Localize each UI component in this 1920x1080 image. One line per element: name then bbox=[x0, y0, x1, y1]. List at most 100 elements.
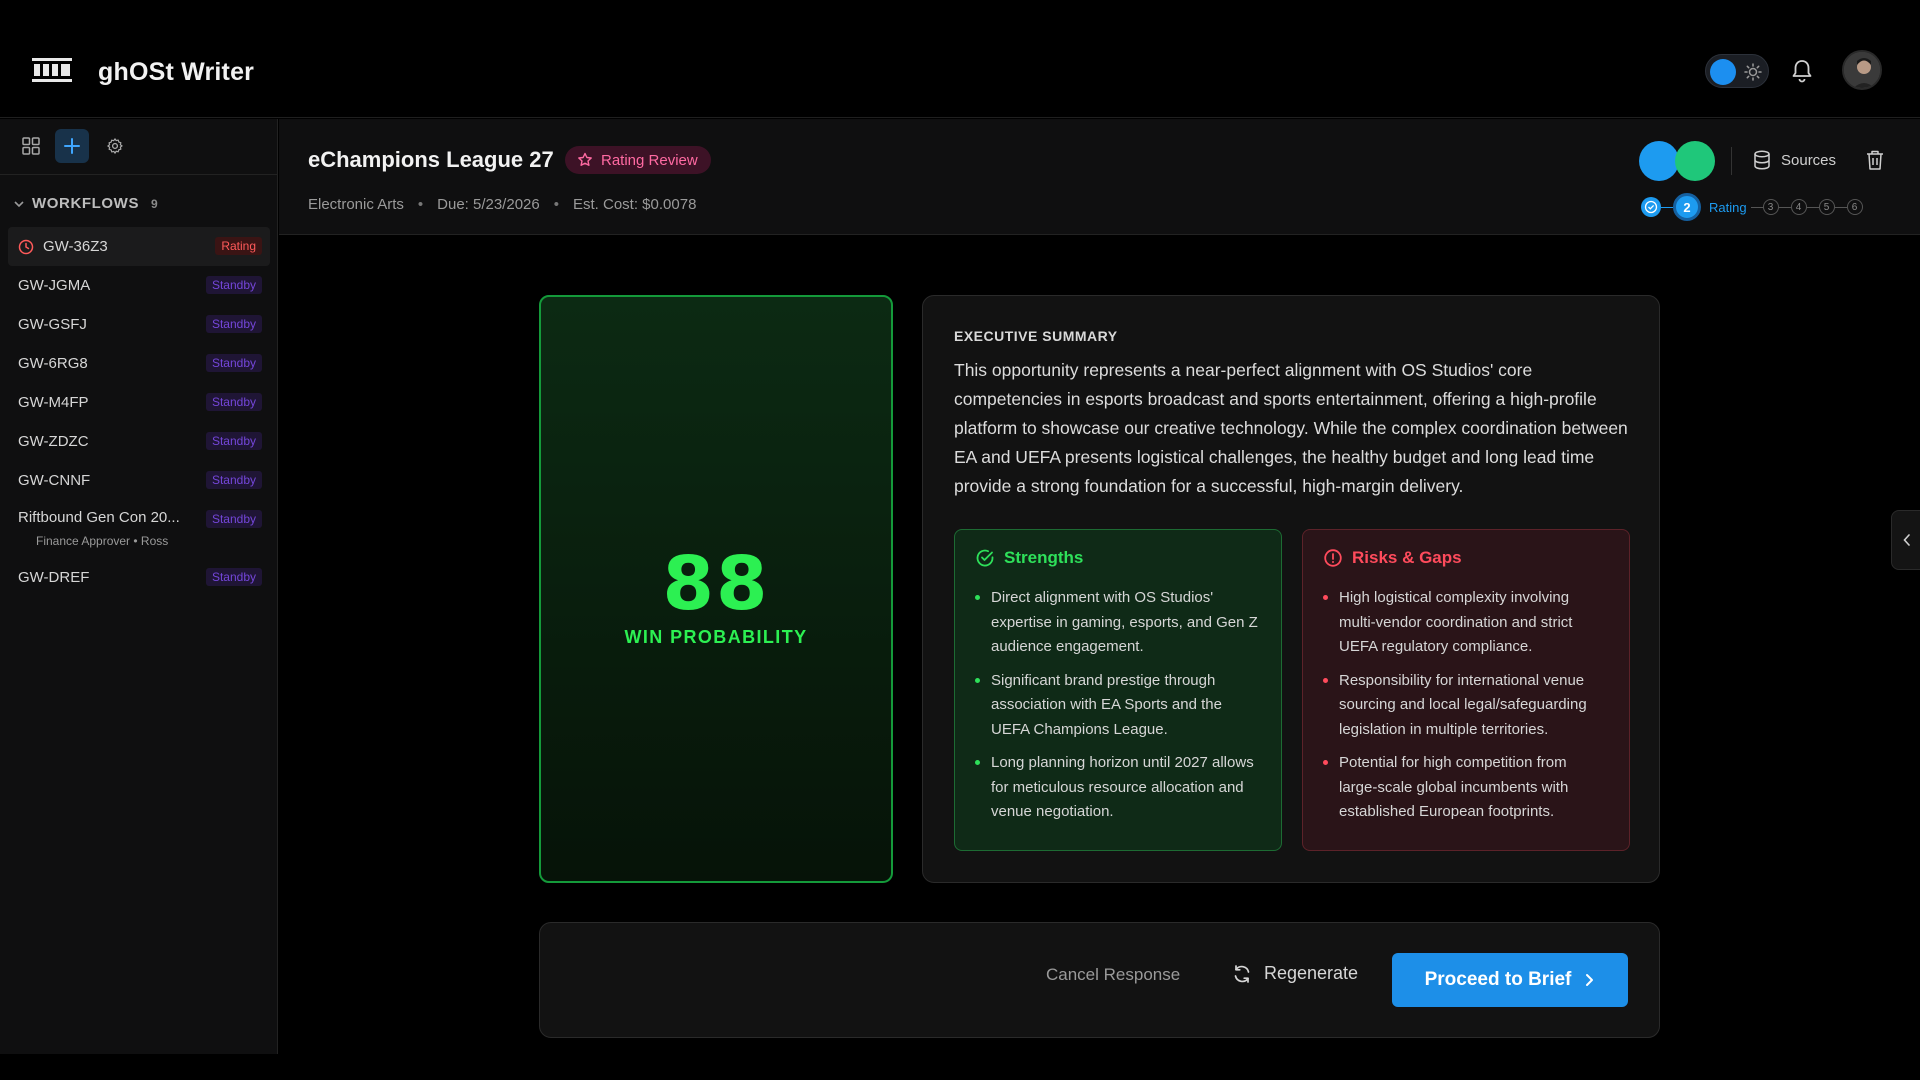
regenerate-button[interactable]: Regenerate bbox=[1232, 963, 1358, 984]
workflow-label: GW-M4FP bbox=[18, 394, 89, 411]
status-badge: Standby bbox=[205, 510, 262, 528]
strengths-title: Strengths bbox=[1004, 548, 1084, 567]
step-3[interactable]: 3 bbox=[1762, 199, 1779, 215]
refresh-icon bbox=[1234, 964, 1250, 983]
step-connector bbox=[1834, 206, 1847, 208]
status-badge: Standby bbox=[205, 471, 262, 489]
chevron-right-icon bbox=[1586, 974, 1594, 986]
trash-icon[interactable] bbox=[1865, 149, 1885, 171]
risk-item: Potential for high competition from larg… bbox=[1323, 751, 1609, 825]
step-6[interactable]: 6 bbox=[1846, 199, 1863, 215]
workflow-label: GW-6RG8 bbox=[18, 355, 88, 372]
step-current-label: Rating bbox=[1709, 199, 1747, 215]
strengths-panel: Strengths Direct alignment with OS Studi… bbox=[954, 529, 1282, 851]
check-circle-icon bbox=[1644, 200, 1658, 214]
strength-item: Long planning horizon until 2027 allows … bbox=[975, 751, 1261, 825]
meta-separator: • bbox=[417, 196, 424, 213]
workflow-item-gw-cnnf[interactable]: GW-CNNF Standby bbox=[8, 461, 270, 500]
workflow-item-gw-dref[interactable]: GW-DREF Standby bbox=[8, 558, 270, 597]
database-icon bbox=[1754, 150, 1770, 170]
status-badge: Standby bbox=[205, 568, 262, 586]
main-content: 88 WIN PROBABILITY EXECUTIVE SUMMARY Thi… bbox=[279, 236, 1920, 1054]
workflows-count: 9 bbox=[151, 196, 159, 211]
top-bar: ghOSt Writer bbox=[0, 0, 1920, 118]
clock-icon bbox=[18, 239, 34, 254]
workflow-item-riftbound[interactable]: Riftbound Gen Con 20... Finance Approver… bbox=[8, 500, 270, 558]
strengths-heading: Strengths bbox=[975, 548, 1261, 568]
workflow-item-gw-36z3[interactable]: GW-36Z3 Rating bbox=[8, 227, 270, 266]
step-1-complete[interactable] bbox=[1641, 197, 1661, 217]
step-current[interactable]: 2 bbox=[1673, 193, 1701, 221]
workflow-label: GW-DREF bbox=[18, 569, 90, 586]
workflow-sublabel: Finance Approver • Ross bbox=[36, 534, 169, 548]
workflow-label: GW-CNNF bbox=[18, 472, 91, 489]
action-bar: Cancel Response Regenerate Proceed to Br… bbox=[539, 922, 1660, 1038]
project-title: eChampions League 27 bbox=[308, 147, 554, 172]
user-avatar[interactable] bbox=[1842, 50, 1882, 90]
workflows-section-toggle[interactable]: WORKFLOWS 9 bbox=[14, 195, 158, 212]
step-5[interactable]: 5 bbox=[1818, 199, 1835, 215]
bell-icon[interactable] bbox=[1790, 58, 1814, 84]
regenerate-label: Regenerate bbox=[1264, 963, 1359, 983]
star-icon bbox=[578, 152, 592, 166]
workflow-label: GW-JGMA bbox=[18, 277, 91, 294]
risk-item: High logistical complexity involving mul… bbox=[1323, 586, 1609, 660]
workflow-list: GW-36Z3 Rating GW-JGMA Standby GW-GSFJ S… bbox=[8, 227, 270, 597]
status-badge: Rating bbox=[215, 237, 262, 255]
project-header: eChampions League 27 Rating Review Elect… bbox=[279, 119, 1920, 235]
strengths-list: Direct alignment with OS Studios' expert… bbox=[975, 586, 1261, 825]
right-panel-toggle[interactable] bbox=[1891, 510, 1920, 570]
step-connector bbox=[1750, 206, 1763, 208]
step-4[interactable]: 4 bbox=[1790, 199, 1807, 215]
step-connector bbox=[1778, 206, 1791, 208]
plus-icon bbox=[64, 138, 80, 154]
project-meta: Electronic Arts • Due: 5/23/2026 • Est. … bbox=[308, 196, 696, 213]
risks-title: Risks & Gaps bbox=[1352, 548, 1462, 567]
win-probability-score: 88 bbox=[662, 541, 770, 627]
workflow-item-gw-zdzc[interactable]: GW-ZDZC Standby bbox=[8, 422, 270, 461]
status-badge: Standby bbox=[205, 276, 262, 294]
sources-button[interactable]: Sources bbox=[1753, 150, 1836, 170]
workflow-item-gw-6rg8[interactable]: GW-6RG8 Standby bbox=[8, 344, 270, 383]
settings-button[interactable] bbox=[98, 129, 132, 163]
workflow-item-gw-jgma[interactable]: GW-JGMA Standby bbox=[8, 266, 270, 305]
check-circle-icon bbox=[976, 549, 994, 567]
toggle-knob bbox=[1710, 59, 1736, 85]
status-badge: Standby bbox=[205, 393, 262, 411]
collaborator-avatar-green bbox=[1675, 141, 1715, 181]
theme-toggle[interactable] bbox=[1705, 54, 1769, 88]
executive-summary-card: EXECUTIVE SUMMARY This opportunity repre… bbox=[922, 295, 1660, 883]
due-date: Due: 5/23/2026 bbox=[437, 196, 540, 213]
add-workflow-button[interactable] bbox=[55, 129, 89, 163]
header-divider bbox=[1731, 147, 1732, 175]
workflow-item-gw-gsfj[interactable]: GW-GSFJ Standby bbox=[8, 305, 270, 344]
workflow-label: GW-ZDZC bbox=[18, 433, 89, 450]
executive-summary-heading: EXECUTIVE SUMMARY bbox=[954, 328, 1118, 344]
alert-circle-icon bbox=[1324, 549, 1342, 567]
strength-item: Direct alignment with OS Studios' expert… bbox=[975, 586, 1261, 660]
collaborator-avatars[interactable] bbox=[1639, 141, 1717, 181]
win-probability-card: 88 WIN PROBABILITY bbox=[539, 295, 893, 883]
client-name: Electronic Arts bbox=[308, 196, 404, 213]
status-badge: Standby bbox=[205, 315, 262, 333]
risks-panel: Risks & Gaps High logistical complexity … bbox=[1302, 529, 1630, 851]
workflow-item-gw-m4fp[interactable]: GW-M4FP Standby bbox=[8, 383, 270, 422]
grid-icon bbox=[22, 137, 40, 155]
workflows-heading: WORKFLOWS bbox=[32, 195, 140, 212]
sidebar-toolbar bbox=[0, 119, 277, 175]
chevron-down-icon bbox=[14, 200, 24, 207]
app-title: ghOSt Writer bbox=[98, 58, 255, 86]
app-logo-icon bbox=[32, 58, 72, 82]
meta-separator: • bbox=[553, 196, 559, 213]
proceed-label: Proceed to Brief bbox=[1424, 969, 1572, 990]
workflow-label: GW-GSFJ bbox=[18, 316, 87, 333]
risks-heading: Risks & Gaps bbox=[1323, 548, 1609, 568]
grid-view-button[interactable] bbox=[14, 129, 48, 163]
step-connector bbox=[1806, 206, 1819, 208]
collaborator-avatar-blue bbox=[1639, 141, 1679, 181]
cancel-response-button[interactable]: Cancel Response bbox=[1046, 965, 1180, 985]
win-probability-label: WIN PROBABILITY bbox=[624, 627, 808, 647]
sources-label: Sources bbox=[1781, 151, 1837, 169]
estimated-cost: Est. Cost: $0.0078 bbox=[573, 196, 697, 213]
proceed-to-brief-button[interactable]: Proceed to Brief bbox=[1392, 953, 1628, 1007]
